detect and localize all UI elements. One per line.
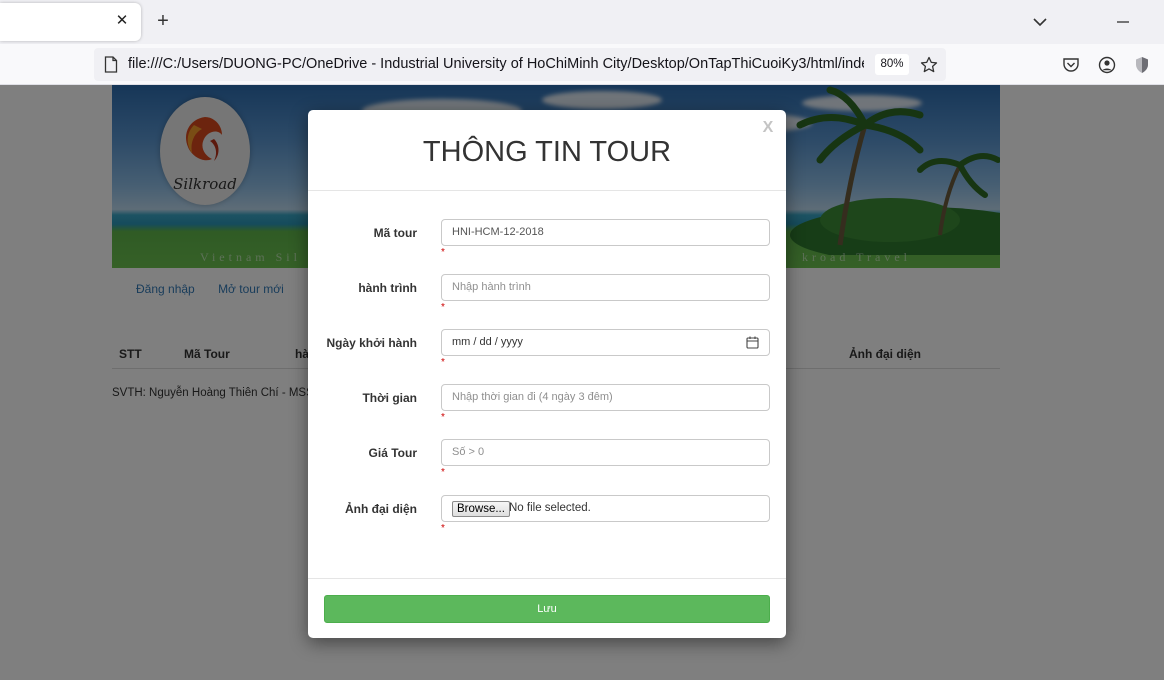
tab-bar: ✕ + <box>0 0 1164 44</box>
file-status-text: No file selected. <box>509 502 591 514</box>
ngay-khoi-hanh-input[interactable]: mm / dd / yyyy <box>441 329 770 356</box>
tab-close-icon[interactable]: ✕ <box>113 12 131 30</box>
modal-title: THÔNG TIN TOUR <box>422 136 672 168</box>
tour-info-modal: THÔNG TIN TOUR X Mã tour HNI-HCM-12-2018… <box>308 110 786 638</box>
nav-bar: file:///C:/Users/DUONG-PC/OneDrive - Ind… <box>0 44 1164 85</box>
url-text[interactable]: file:///C:/Users/DUONG-PC/OneDrive - Ind… <box>128 48 864 81</box>
shield-icon[interactable] <box>1132 55 1152 75</box>
hanh-trinh-input[interactable]: Nhập hành trình <box>441 274 770 301</box>
ma-tour-label: Mã tour <box>373 226 417 240</box>
minimize-icon[interactable] <box>1113 12 1133 32</box>
browse-button[interactable]: Browse... <box>452 501 510 517</box>
calendar-icon[interactable] <box>746 336 759 349</box>
anh-dai-dien-file-input[interactable]: Browse... No file selected. <box>441 495 770 522</box>
form-row-ngay-khoi-hanh: Ngày khởi hành mm / dd / yyyy * <box>308 329 786 384</box>
account-icon[interactable] <box>1097 55 1117 75</box>
ma-tour-input[interactable]: HNI-HCM-12-2018 <box>441 219 770 246</box>
active-tab[interactable]: ✕ <box>0 3 141 41</box>
pocket-icon[interactable] <box>1061 55 1081 75</box>
anh-dai-dien-label: Ảnh đại diện <box>345 502 417 516</box>
form-row-thoi-gian: Thời gian Nhập thời gian đi (4 ngày 3 đê… <box>308 384 786 439</box>
gia-tour-input[interactable]: Số > 0 <box>441 439 770 466</box>
required-mark: * <box>441 523 445 534</box>
modal-header: THÔNG TIN TOUR X <box>308 110 786 191</box>
date-format-text: mm / dd / yyyy <box>452 336 523 348</box>
address-bar[interactable]: file:///C:/Users/DUONG-PC/OneDrive - Ind… <box>94 48 946 81</box>
page-icon <box>104 56 118 73</box>
form-row-gia-tour: Giá Tour Số > 0 * <box>308 439 786 494</box>
bookmark-star-icon[interactable] <box>919 55 939 75</box>
form-row-anh-dai-dien: Ảnh đại diện Browse... No file selected.… <box>308 495 786 550</box>
form-row-ma-tour: Mã tour HNI-HCM-12-2018 * <box>308 219 786 274</box>
save-button[interactable]: Lưu <box>324 595 770 623</box>
modal-footer: Lưu <box>308 578 786 638</box>
form-row-hanh-trinh: hành trình Nhập hành trình * <box>308 274 786 329</box>
zoom-level[interactable]: 80% <box>875 54 909 75</box>
required-mark: * <box>441 412 445 423</box>
new-tab-icon[interactable]: + <box>152 10 174 32</box>
required-mark: * <box>441 247 445 258</box>
thoi-gian-input[interactable]: Nhập thời gian đi (4 ngày 3 đêm) <box>441 384 770 411</box>
gia-tour-label: Giá Tour <box>368 446 417 460</box>
required-mark: * <box>441 467 445 478</box>
close-icon[interactable]: X <box>760 119 776 137</box>
thoi-gian-label: Thời gian <box>362 391 417 405</box>
ngay-khoi-hanh-label: Ngày khởi hành <box>326 336 417 350</box>
required-mark: * <box>441 357 445 368</box>
chevron-down-icon[interactable] <box>1030 12 1050 32</box>
required-mark: * <box>441 302 445 313</box>
hanh-trinh-label: hành trình <box>358 281 417 295</box>
